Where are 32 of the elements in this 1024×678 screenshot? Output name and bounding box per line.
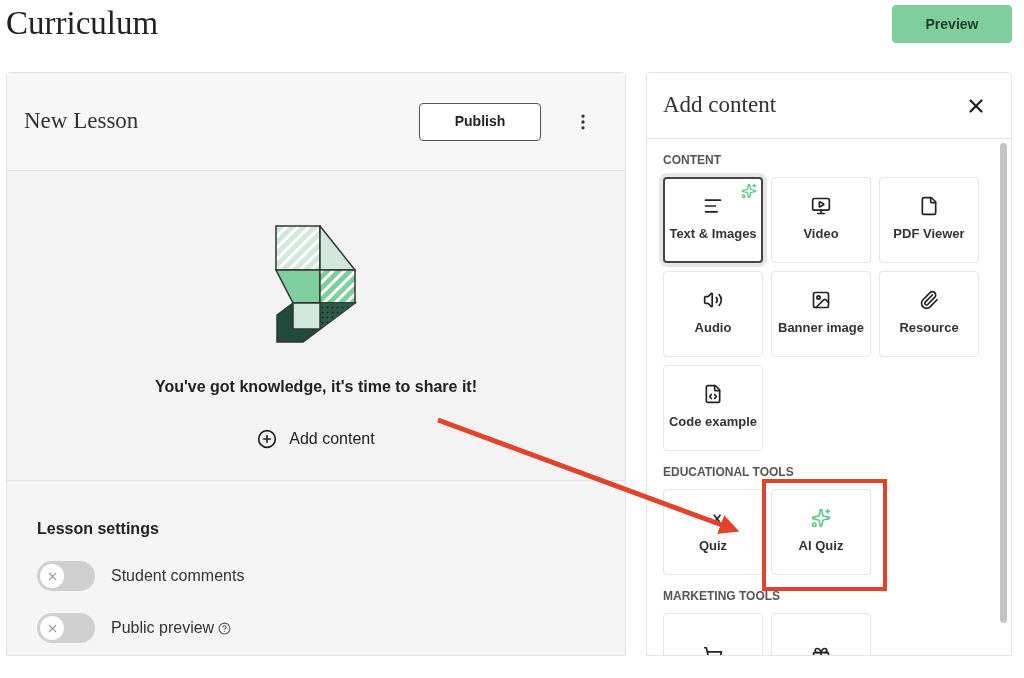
- content-type-tile[interactable]: Banner image: [771, 271, 871, 357]
- plus-circle-icon: [257, 428, 278, 449]
- preview-button[interactable]: Preview: [892, 5, 1012, 43]
- panel-title: Add content: [663, 91, 777, 120]
- toggle-label: Student comments: [111, 566, 245, 586]
- content-type-tile[interactable]: Audio: [663, 271, 763, 357]
- content-type-tile[interactable]: AI Quiz: [771, 489, 871, 575]
- section-heading: CONTENT: [663, 152, 722, 169]
- toggle-switch[interactable]: [37, 561, 95, 591]
- empty-state-message: You've got knowledge, it's time to share it!: [155, 376, 477, 397]
- content-type-tile[interactable]: Code example: [663, 365, 763, 451]
- scrollbar[interactable]: [1000, 143, 1007, 623]
- page-title: Curriculum: [6, 4, 159, 44]
- content-type-tile[interactable]: Video: [771, 177, 871, 263]
- add-content-link[interactable]: Add content: [257, 426, 375, 451]
- section-heading: EDUCATIONAL TOOLS: [663, 464, 795, 481]
- lesson-title: New Lesson: [24, 107, 139, 136]
- settings-heading: Lesson settings: [37, 519, 160, 539]
- paperclip-icon: [919, 290, 939, 311]
- document-icon: [919, 196, 939, 217]
- content-type-tile[interactable]: Resource: [879, 271, 979, 357]
- toggle-switch[interactable]: [37, 613, 95, 643]
- toggle-label: Public preview: [111, 618, 215, 638]
- sparkles-icon: [811, 508, 831, 529]
- speaker-icon: [703, 290, 723, 311]
- code-file-icon: [703, 384, 723, 405]
- section-heading: MARKETING TOOLS: [663, 588, 782, 605]
- content-type-tile[interactable]: Quiz: [663, 489, 763, 575]
- video-monitor-icon: [811, 196, 831, 217]
- image-icon: [811, 290, 831, 311]
- publish-button[interactable]: Publish: [419, 102, 541, 141]
- content-type-tile[interactable]: PDF Viewer: [879, 177, 979, 263]
